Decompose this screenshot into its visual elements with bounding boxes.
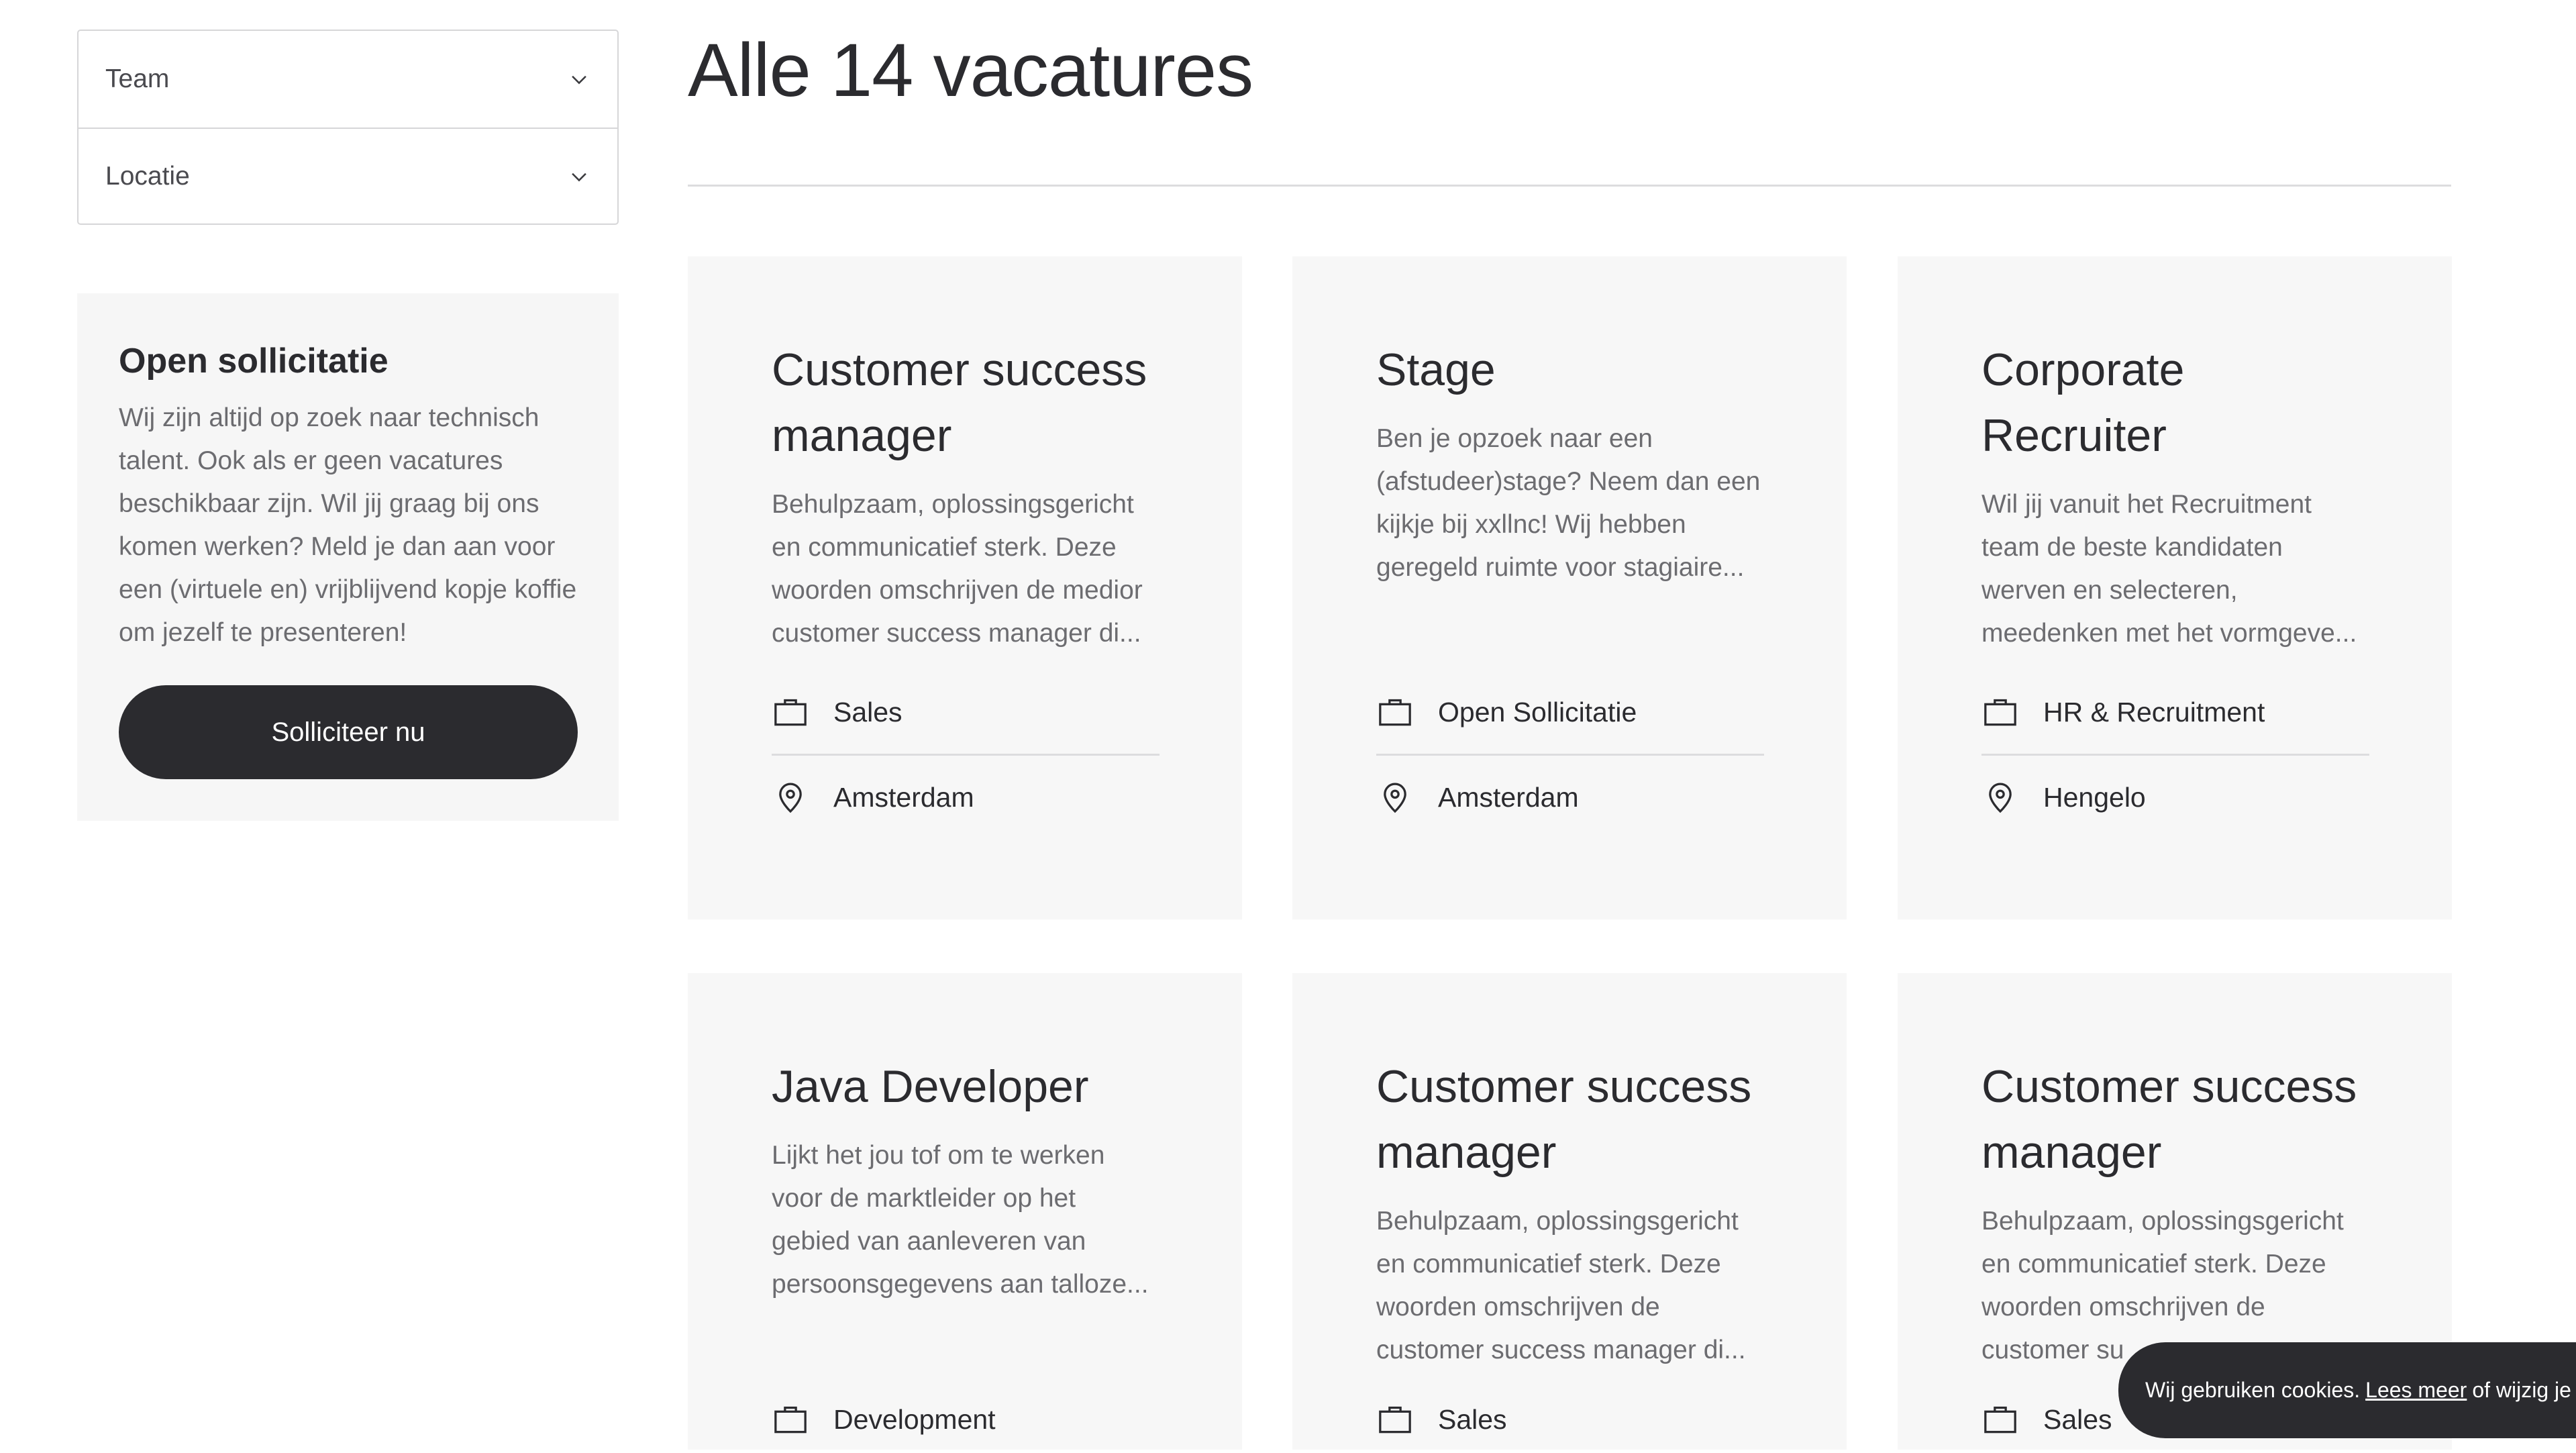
briefcase-icon — [1379, 1406, 1411, 1434]
map-pin-icon — [779, 783, 802, 813]
job-card[interactable]: Corporate Recruiter Wil jij vanuit het R… — [1898, 256, 2452, 919]
job-description: Behulpzaam, oplossingsgericht en communi… — [1376, 1207, 1746, 1364]
briefcase-icon — [774, 699, 807, 726]
cookie-text-continued: of wijzig je v — [2472, 1378, 2576, 1402]
job-card[interactable]: Stage Ben je opzoek naar een (afstudeer)… — [1292, 256, 1847, 919]
job-title: Customer success manager — [772, 344, 1147, 461]
job-team: Sales — [1376, 1386, 1764, 1453]
location-filter-dropdown[interactable]: Locatie — [79, 128, 617, 224]
job-card[interactable]: Java Developer Lijkt het jou tof om te w… — [688, 973, 1242, 1450]
location-filter-label: Locatie — [105, 162, 190, 191]
divider — [688, 185, 2451, 187]
job-title: Java Developer — [772, 1061, 1089, 1112]
open-application-text: Wij zijn altijd op zoek naar technisch t… — [119, 403, 577, 648]
cookie-text: Wij gebruiken cookies. — [2145, 1378, 2361, 1402]
job-title: Customer success manager — [1981, 1061, 2357, 1178]
briefcase-icon — [1984, 699, 2016, 726]
map-pin-icon — [1989, 783, 2012, 813]
team-filter-dropdown[interactable]: Team — [79, 31, 617, 128]
job-card[interactable]: Customer success manager Behulpzaam, opl… — [688, 256, 1242, 919]
team-filter-label: Team — [105, 64, 170, 93]
map-pin-icon — [1384, 783, 1406, 813]
open-application-title: Open sollicitatie — [119, 342, 389, 381]
filter-panel: Team Locatie — [77, 30, 619, 225]
job-team-label: Development — [833, 1403, 996, 1435]
job-team: Sales — [772, 670, 1160, 756]
job-location-label: Hengelo — [2043, 781, 2146, 813]
job-location-label: Amsterdam — [833, 781, 974, 813]
job-team-label: Sales — [1438, 1403, 1507, 1435]
job-team: HR & Recruitment — [1981, 670, 2369, 756]
job-location: Amsterdam — [772, 756, 1160, 839]
page-title: Alle 14 vacatures — [688, 28, 1253, 112]
job-team-label: Sales — [833, 696, 903, 728]
job-team-label: HR & Recruitment — [2043, 696, 2265, 728]
job-location: Amsterdam — [1376, 756, 1764, 839]
briefcase-icon — [1379, 699, 1411, 726]
job-description: Ben je opzoek naar een (afstudeer)stage?… — [1376, 424, 1761, 582]
briefcase-icon — [774, 1406, 807, 1434]
job-team: Open Sollicitatie — [1376, 670, 1764, 756]
job-description: Behulpzaam, oplossingsgericht en communi… — [772, 490, 1143, 648]
chevron-down-icon — [572, 75, 586, 85]
job-description: Wil jij vanuit het Recruitment team de b… — [1981, 490, 2357, 648]
job-title: Customer success manager — [1376, 1061, 1752, 1178]
job-team-label: Sales — [2043, 1403, 2112, 1435]
job-team-label: Open Sollicitatie — [1438, 696, 1637, 728]
job-team: Development — [772, 1386, 1160, 1453]
job-title: Corporate Recruiter — [1981, 344, 2185, 461]
chevron-down-icon — [572, 172, 586, 182]
job-title: Stage — [1376, 344, 1496, 395]
apply-now-button[interactable]: Solliciteer nu — [119, 685, 578, 779]
job-location: Hengelo — [1981, 756, 2369, 839]
job-description: Lijkt het jou tof om te werken voor de m… — [772, 1141, 1149, 1299]
job-card[interactable]: Customer success manager Behulpzaam, opl… — [1292, 973, 1847, 1450]
open-application-box: Open sollicitatie Wij zijn altijd op zoe… — [77, 293, 619, 821]
cookie-banner: Wij gebruiken cookies. Lees meer of wijz… — [2118, 1342, 2576, 1438]
cookie-read-more-link[interactable]: Lees meer — [2365, 1378, 2467, 1403]
briefcase-icon — [1984, 1406, 2016, 1434]
job-location-label: Amsterdam — [1438, 781, 1579, 813]
